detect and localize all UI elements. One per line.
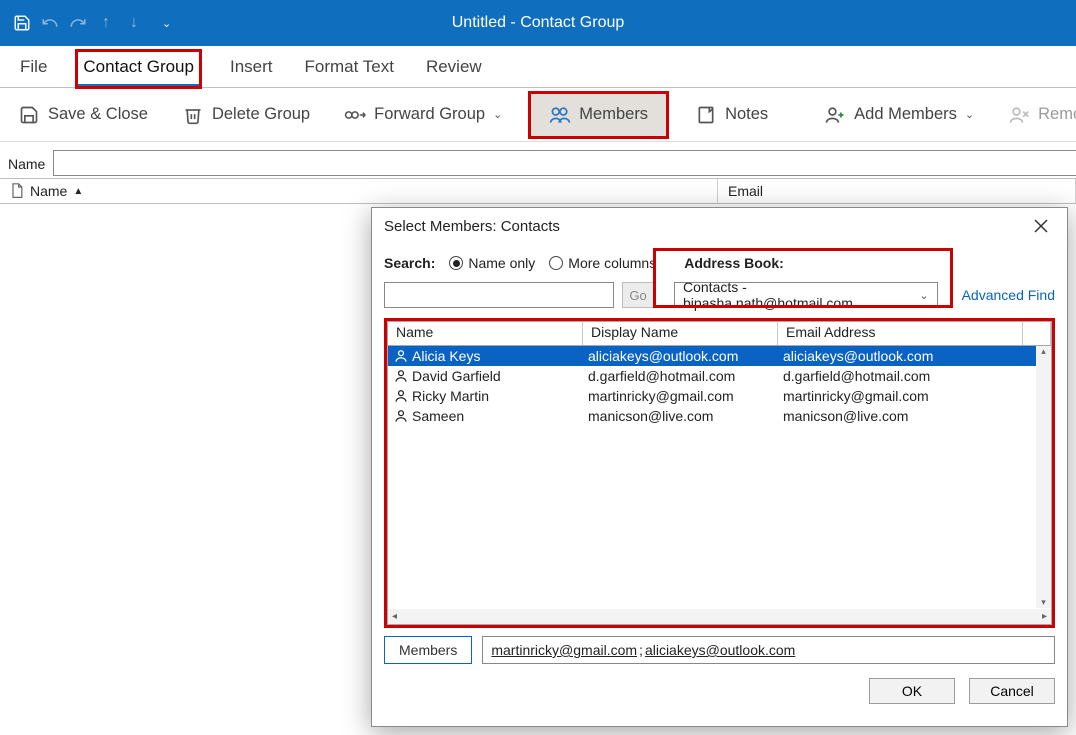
remove-member-button: Remove Memb [1002,100,1076,130]
forward-group-label: Forward Group [374,105,485,124]
go-button[interactable]: Go [622,282,654,308]
row-name: Alicia Keys [412,348,588,364]
row-display: aliciakeys@outlook.com [588,348,783,364]
contact-row[interactable]: Alicia Keysaliciakeys@outlook.comaliciak… [388,346,1051,366]
hdr-extra [1023,322,1051,345]
col-email[interactable]: Email [728,183,763,199]
contacts-rows[interactable]: Alicia Keysaliciakeys@outlook.comaliciak… [388,346,1051,609]
row-display: d.garfield@hotmail.com [588,368,783,384]
save-close-icon [18,104,40,126]
chevron-down-icon: ⌄ [919,289,928,302]
forward-icon [344,104,366,126]
members-field[interactable]: martinricky@gmail.com; aliciakeys@outloo… [482,636,1055,664]
row-name: Sameen [412,408,588,424]
save-close-label: Save & Close [48,105,148,124]
sort-asc-icon: ▲ [73,186,83,197]
redo-icon[interactable] [66,11,90,35]
add-members-icon [824,104,846,126]
remove-member-label: Remove Memb [1038,105,1076,124]
window-title: Untitled - Contact Group [452,14,625,32]
radio-name-only[interactable]: Name only [449,255,535,271]
tab-file[interactable]: File [18,51,49,87]
contact-row[interactable]: Ricky Martinmartinricky@gmail.commartinr… [388,386,1051,406]
row-email: aliciakeys@outlook.com [783,348,1051,364]
radio-more-columns[interactable]: More columns [549,255,656,271]
down-icon[interactable]: ↓ [122,11,146,35]
add-members-label: Add Members [854,105,957,124]
member-list-header: Name ▲ Email [0,178,1076,204]
group-name-input[interactable] [53,150,1076,176]
remove-member-icon [1008,104,1030,126]
contact-row[interactable]: Sameenmanicson@live.commanicson@live.com [388,406,1051,426]
advanced-find-link[interactable]: Advanced Find [962,287,1055,303]
row-name: David Garfield [412,368,588,384]
search-input[interactable] [384,282,614,308]
vertical-scrollbar[interactable]: ▴▾ [1036,346,1051,608]
up-icon[interactable]: ↑ [94,11,118,35]
delete-group-button[interactable]: Delete Group [176,100,316,130]
chevron-down-icon: ⌄ [965,108,974,121]
members-label: Members [579,105,648,124]
row-display: manicson@live.com [588,408,783,424]
search-label: Search: [384,255,435,271]
ribbon: Save & Close Delete Group Forward Group … [0,88,1076,142]
contact-row[interactable]: David Garfieldd.garfield@hotmail.comd.ga… [388,366,1051,386]
delete-group-label: Delete Group [212,105,310,124]
row-display: martinricky@gmail.com [588,388,783,404]
notes-label: Notes [725,105,768,124]
address-book-label: Address Book: [684,255,784,271]
tab-contact-group[interactable]: Contact Group [77,51,200,87]
members-button[interactable]: Members [530,93,667,137]
members-icon [549,104,571,126]
save-icon[interactable] [10,11,34,35]
add-members-button[interactable]: Add Members ⌄ [818,100,980,130]
contacts-header: Name Display Name Email Address [388,322,1051,346]
title-bar: ↑ ↓ ⌄ Untitled - Contact Group [0,0,1076,46]
name-label: Name [8,156,45,176]
horizontal-scrollbar[interactable]: ◂▸ [388,609,1051,624]
hdr-email[interactable]: Email Address [778,322,1023,345]
tab-format-text[interactable]: Format Text [303,51,396,87]
member-2: aliciakeys@outlook.com [645,642,795,658]
row-email: martinricky@gmail.com [783,388,1051,404]
save-close-button[interactable]: Save & Close [12,100,154,130]
name-row: Name [0,142,1076,176]
address-book-value: Contacts - bipasha.nath@hotmail.com [683,279,919,311]
tab-review[interactable]: Review [424,51,484,87]
select-members-dialog: Select Members: Contacts Search: Name on… [371,207,1068,727]
row-email: d.garfield@hotmail.com [783,368,1051,384]
trash-icon [182,104,204,126]
cancel-button[interactable]: Cancel [969,678,1055,704]
undo-icon[interactable] [38,11,62,35]
close-button[interactable] [1027,212,1055,240]
row-name: Ricky Martin [412,388,588,404]
chevron-down-icon: ⌄ [493,108,502,121]
doc-icon [10,183,24,199]
notes-button[interactable]: Notes [689,100,774,130]
members-add-button[interactable]: Members [384,636,472,664]
dialog-title: Select Members: Contacts [384,218,560,235]
hdr-display[interactable]: Display Name [583,322,778,345]
hdr-name[interactable]: Name [388,322,583,345]
address-book-select[interactable]: Contacts - bipasha.nath@hotmail.com ⌄ [674,282,938,308]
row-email: manicson@live.com [783,408,1051,424]
forward-group-button[interactable]: Forward Group ⌄ [338,100,508,130]
col-name[interactable]: Name [30,183,67,199]
tab-insert[interactable]: Insert [228,51,275,87]
qat-customize-icon[interactable]: ⌄ [162,17,171,30]
contacts-table-highlight: Name Display Name Email Address Alicia K… [384,318,1055,628]
ribbon-tabs: File Contact Group Insert Format Text Re… [0,46,1076,88]
member-1: martinricky@gmail.com [491,642,637,658]
notes-icon [695,104,717,126]
ok-button[interactable]: OK [869,678,955,704]
